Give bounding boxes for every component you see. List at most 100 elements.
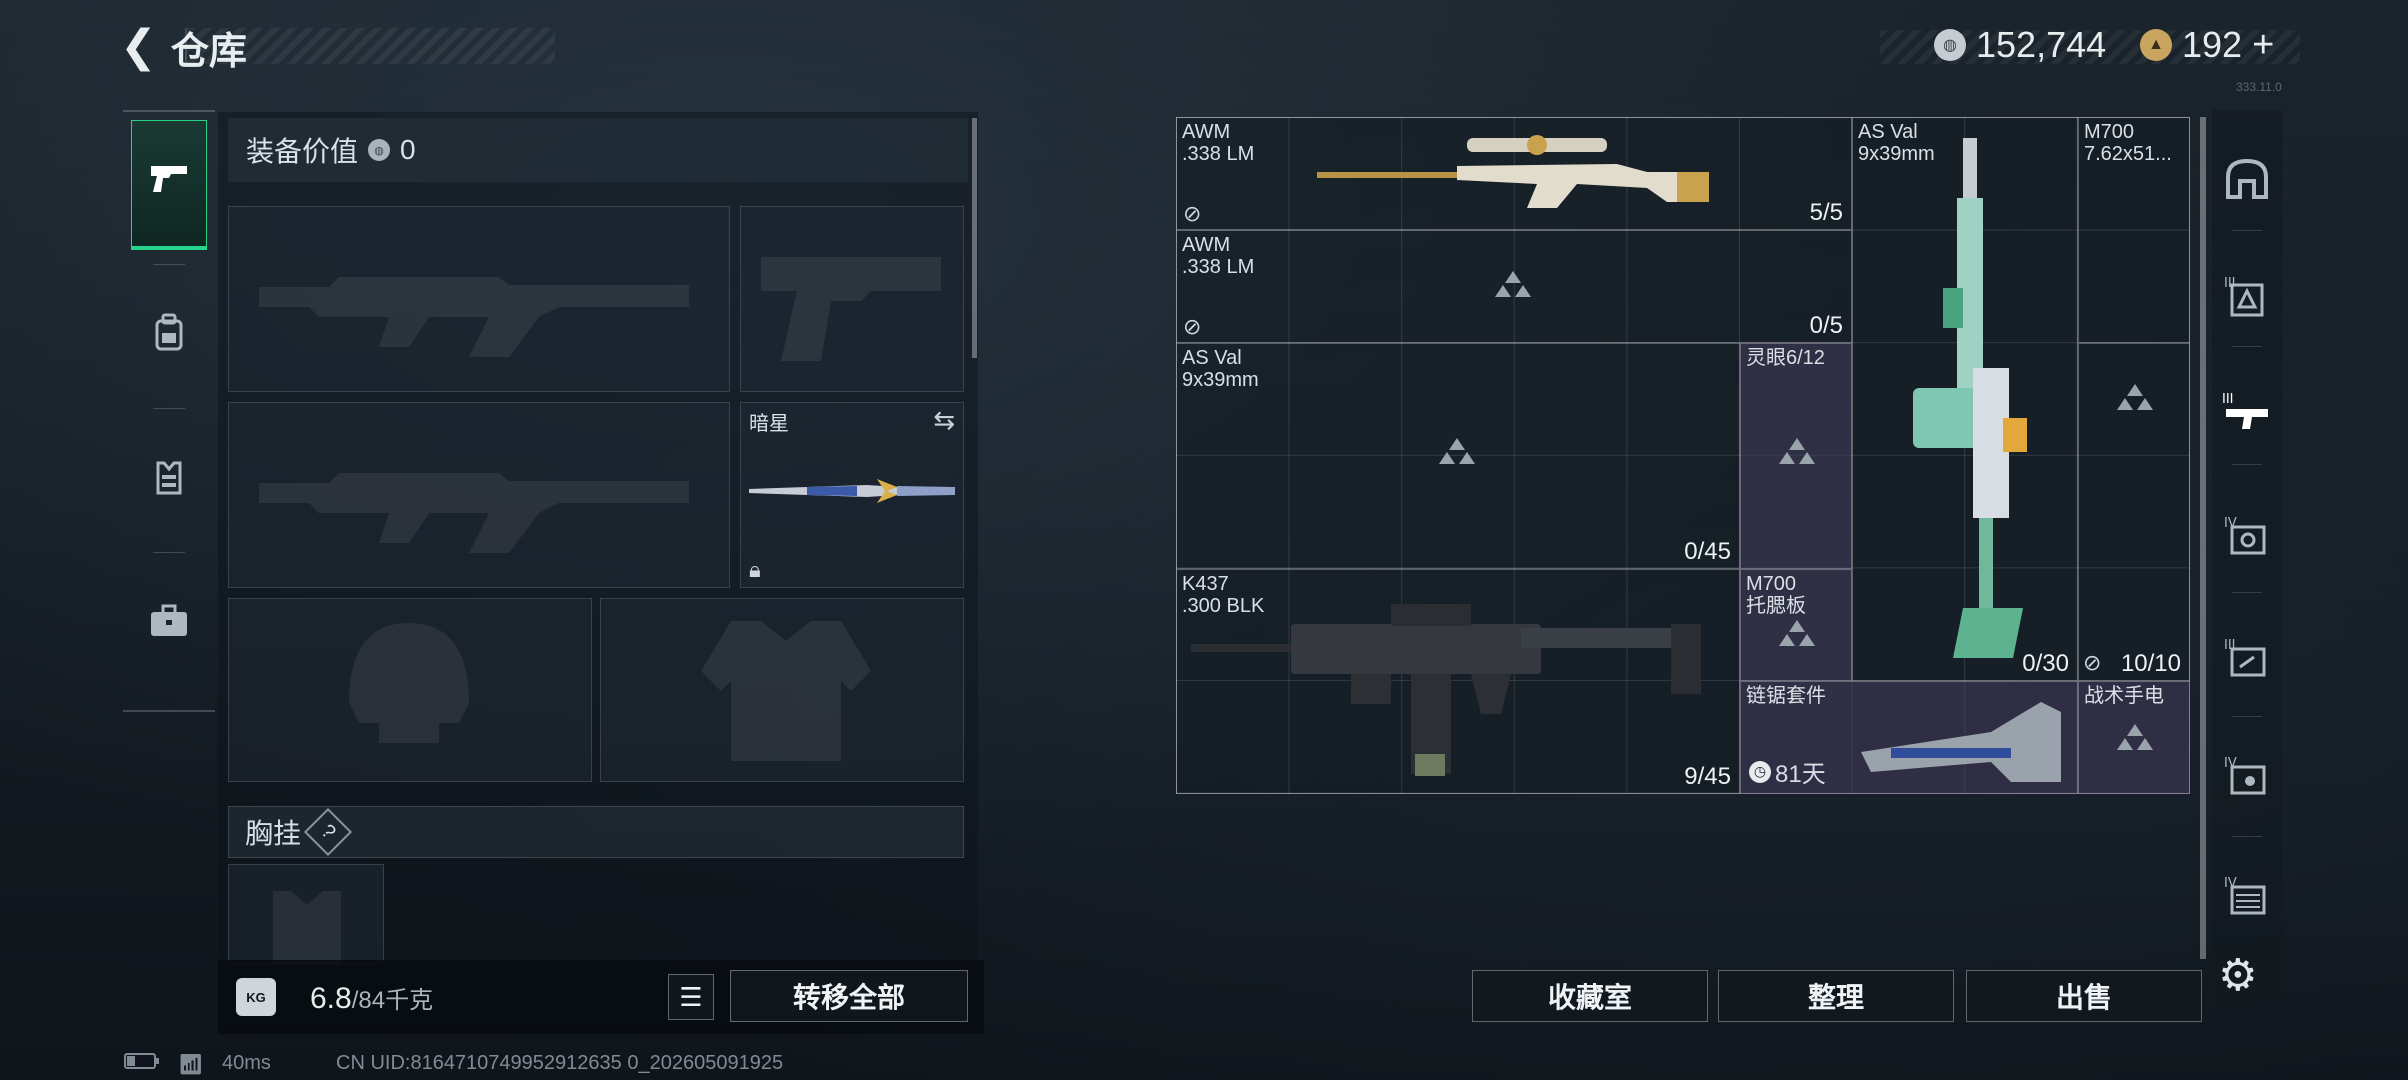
- item-count: 0/45: [1684, 538, 1731, 565]
- triangle-logo-icon: [2113, 382, 2157, 412]
- inventory-item-m700-rifle[interactable]: ⊘ 10/10: [2078, 343, 2190, 681]
- page-title: 仓库: [170, 30, 247, 73]
- transfer-all-button[interactable]: 转移全部: [730, 970, 968, 1022]
- svg-text:III: III: [2224, 638, 2236, 653]
- rifle-ammo-count: 0/30: [2022, 650, 2069, 677]
- category-tier3-weapon-icon[interactable]: III: [2222, 382, 2272, 442]
- lock-icon: 🔒︎: [749, 557, 761, 582]
- svg-text:IV: IV: [2224, 876, 2237, 891]
- inventory-item-m700[interactable]: M700 7.62x51...: [2078, 117, 2190, 343]
- pistol-slot[interactable]: [740, 206, 964, 392]
- category-safehouse-icon[interactable]: [2222, 150, 2272, 210]
- item-caliber: 9x39mm: [1182, 369, 1259, 391]
- inventory-item-flashlight[interactable]: 战术手电: [2078, 681, 2190, 794]
- wifi-icon: 📶︎: [178, 1054, 204, 1076]
- armor-slot[interactable]: [600, 598, 964, 782]
- primary-weapon-slot[interactable]: [228, 206, 730, 392]
- svg-text:IV: IV: [2224, 516, 2237, 531]
- item-name: AWM: [1182, 234, 1231, 256]
- inventory-scrollbar[interactable]: [2200, 117, 2206, 959]
- equipment-scrollbar[interactable]: [972, 118, 977, 358]
- inventory-item-awm[interactable]: AWM .338 LM ⊘ 5/5: [1176, 117, 1852, 230]
- weight-kg-icon: KG: [236, 978, 276, 1016]
- organize-button[interactable]: 整理: [1718, 970, 1954, 1022]
- triangle-logo-icon: [1491, 269, 1535, 299]
- equipment-value: 0: [400, 134, 416, 165]
- left-category-nav: [123, 110, 215, 712]
- item-name: 战术手电: [2084, 685, 2164, 707]
- swap-arrows-icon[interactable]: ⇆: [933, 405, 955, 436]
- helmet-silhouette-icon: [349, 623, 469, 743]
- m700-ammo-count: 10/10: [2120, 650, 2181, 677]
- triangle-logo-icon: [1775, 436, 1819, 466]
- category-tier4-item-icon[interactable]: IV: [2222, 506, 2272, 566]
- svg-text:III: III: [2222, 392, 2234, 407]
- nav-case[interactable]: [131, 560, 207, 690]
- briefcase-icon: [149, 604, 189, 647]
- item-count: 0/5: [1809, 312, 1843, 339]
- svg-text:IV: IV: [2224, 756, 2237, 771]
- chest-rig-bar: 胸挂 ?: [228, 806, 964, 858]
- ping-text: 40ms: [222, 1052, 271, 1074]
- vest-icon: [152, 457, 186, 506]
- no-insure-icon: ⊘: [2083, 650, 2102, 675]
- nav-backpack[interactable]: [131, 272, 207, 402]
- inventory-item-cheek-rest[interactable]: M700 托腮板: [1740, 569, 1852, 681]
- coin-icon: ◍: [368, 139, 391, 161]
- no-insure-icon: ⊘: [1183, 201, 1202, 226]
- item-name: M700: [2084, 121, 2135, 143]
- collection-room-button[interactable]: 收藏室: [1472, 970, 1708, 1022]
- currency-secondary-value: 192: [2182, 24, 2243, 65]
- rental-days: 81天: [1775, 761, 1826, 788]
- pistol-silhouette-icon: [761, 257, 941, 361]
- category-tier4-key-icon[interactable]: IV: [2222, 746, 2272, 806]
- inventory-item-k437[interactable]: K437.300 BLK 9/45: [1176, 569, 1740, 794]
- settings-gear-icon[interactable]: ⚙: [2218, 950, 2257, 1001]
- inventory-item-chainsaw-kit[interactable]: 链锯套件 ◷ 81天: [1740, 681, 2078, 794]
- rifle-silhouette-icon: [259, 277, 689, 357]
- secondary-weapon-slot[interactable]: [228, 402, 730, 588]
- triangle-logo-icon: [1775, 618, 1819, 648]
- melee-slot[interactable]: 暗星 ⇆ 🔒︎: [740, 402, 964, 588]
- melee-item-name: 暗星: [749, 413, 789, 435]
- list-icon: ☰: [679, 981, 703, 1012]
- category-tier4-case-icon[interactable]: IV: [2222, 866, 2272, 926]
- list-view-button[interactable]: ☰: [668, 974, 714, 1020]
- weight-display: 6.8/84千克: [310, 980, 433, 1016]
- header-title-group: ❮ 仓库: [120, 22, 247, 73]
- clock-icon: ◷: [1749, 760, 1771, 783]
- k437-rifle-image: [1191, 604, 1701, 776]
- add-currency-icon[interactable]: +: [2252, 24, 2274, 67]
- version-text: 333.11.0: [2236, 80, 2282, 94]
- help-icon[interactable]: ?: [303, 807, 353, 857]
- item-count: 5/5: [1809, 199, 1843, 226]
- back-arrow-icon[interactable]: ❮: [120, 25, 157, 69]
- triangle-logo-icon: [2113, 722, 2157, 752]
- weight-max: /84千克: [351, 987, 434, 1014]
- inventory-item-asval[interactable]: AS Val 9x39mm 0/45: [1176, 343, 1740, 569]
- category-tier3-armor-icon[interactable]: III: [2222, 266, 2272, 326]
- currency-secondary[interactable]: ▲ 192 +: [2140, 22, 2274, 68]
- coin-icon: ◍: [1934, 29, 1966, 61]
- equipment-value-bar: 装备价值 ◍ 0: [228, 118, 968, 182]
- item-name: 灵眼6/12: [1746, 347, 1825, 369]
- inventory-item-asval-vertical[interactable]: AS Val 9x39mm 0/30: [1852, 117, 2078, 681]
- helmet-slot[interactable]: [228, 598, 592, 782]
- equipment-value-label: 装备价值: [246, 136, 359, 167]
- currency-primary-value: 152,744: [1976, 24, 2107, 65]
- item-name: 链锯套件: [1746, 685, 1826, 707]
- chainsaw-kit-image: [1861, 702, 2061, 782]
- inventory-item-awm-empty[interactable]: AWM .338 LM ⊘ 0/5: [1176, 230, 1852, 343]
- nav-vest[interactable]: [131, 416, 207, 546]
- armor-silhouette-icon: [701, 621, 871, 761]
- chest-rig-slot[interactable]: [228, 864, 384, 965]
- item-name: AS Val: [1182, 347, 1242, 369]
- category-tier3-key-icon[interactable]: III: [2222, 628, 2272, 688]
- item-name: M700: [1746, 573, 1797, 595]
- inventory-item-scope[interactable]: 灵眼6/12: [1740, 343, 1852, 569]
- backpack-icon: [152, 313, 186, 362]
- rifle-silhouette-icon: [259, 473, 689, 553]
- sell-button[interactable]: 出售: [1966, 970, 2202, 1022]
- triangle-logo-icon: [1435, 436, 1479, 466]
- nav-weapons[interactable]: [131, 120, 207, 250]
